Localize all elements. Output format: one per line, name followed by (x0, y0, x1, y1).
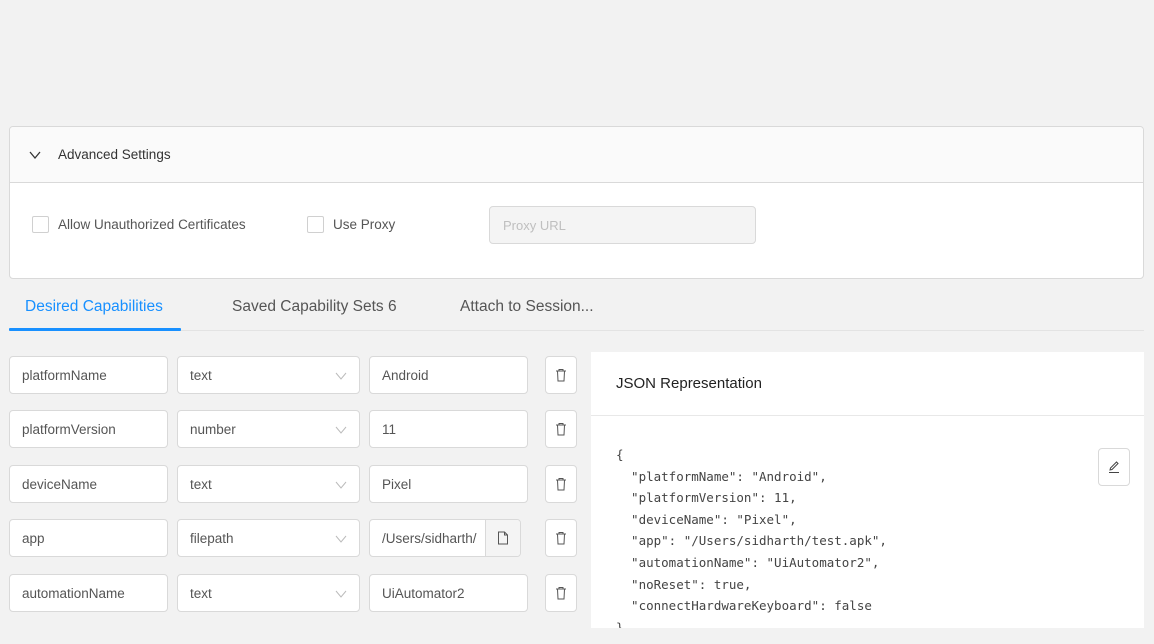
capability-type-select[interactable]: text (177, 356, 360, 394)
chevron-down-icon (29, 151, 41, 159)
allow-unauthorized-checkbox[interactable]: Allow Unauthorized Certificates (32, 216, 246, 233)
capability-name-input[interactable]: app (9, 519, 168, 557)
active-tab-indicator (9, 328, 181, 331)
advanced-settings-header[interactable]: Advanced Settings (10, 127, 1143, 183)
capability-value-input[interactable]: UiAutomator2 (369, 574, 528, 612)
use-proxy-label: Use Proxy (333, 217, 396, 232)
capability-type-value: text (190, 476, 212, 492)
checkbox-box[interactable] (307, 216, 324, 233)
capability-type-value: number (190, 421, 236, 437)
chevron-down-icon (335, 590, 347, 598)
capability-value-input[interactable]: /Users/sidharth/ (369, 519, 521, 557)
capability-value-input[interactable]: Android (369, 356, 528, 394)
capability-type-value: text (190, 585, 212, 601)
tab-desired-capabilities[interactable]: Desired Capabilities (25, 298, 163, 316)
trash-icon (556, 423, 566, 436)
trash-icon (556, 587, 566, 600)
trash-icon (556, 369, 566, 382)
trash-icon (556, 532, 566, 545)
capability-value-input[interactable]: 11 (369, 410, 528, 448)
capability-type-select[interactable]: number (177, 410, 360, 448)
capability-name-input[interactable]: automationName (9, 574, 168, 612)
json-code-block: { "platformName": "Android", "platformVe… (616, 447, 887, 628)
delete-capability-button[interactable] (545, 356, 577, 394)
capability-name-input[interactable]: deviceName (9, 465, 168, 503)
advanced-settings-title: Advanced Settings (58, 147, 171, 162)
capability-type-select[interactable]: text (177, 465, 360, 503)
use-proxy-checkbox[interactable]: Use Proxy (307, 216, 395, 233)
capability-name-input[interactable]: platformName (9, 356, 168, 394)
capability-type-value: filepath (190, 530, 234, 546)
json-representation-card: JSON Representation { "platformName": "A… (591, 352, 1144, 628)
file-icon (498, 531, 508, 545)
chevron-down-icon (335, 426, 347, 434)
delete-capability-button[interactable] (545, 574, 577, 612)
advanced-settings-panel: Advanced Settings Allow Unauthorized Cer… (9, 126, 1144, 279)
capability-name-input[interactable]: platformVersion (9, 410, 168, 448)
capability-type-select[interactable]: text (177, 574, 360, 612)
delete-capability-button[interactable] (545, 519, 577, 557)
tab-attach-to-session[interactable]: Attach to Session... (460, 298, 594, 316)
capability-tabs: Desired Capabilities Saved Capability Se… (9, 286, 1144, 331)
tab-saved-capability-sets[interactable]: Saved Capability Sets 6 (232, 298, 397, 316)
capability-type-select[interactable]: filepath (177, 519, 360, 557)
trash-icon (556, 478, 566, 491)
chevron-down-icon (335, 535, 347, 543)
chevron-down-icon (335, 372, 347, 380)
allow-unauthorized-label: Allow Unauthorized Certificates (58, 217, 246, 232)
pencil-icon (1109, 461, 1119, 473)
browse-file-button[interactable] (485, 520, 520, 556)
proxy-url-input[interactable]: Proxy URL (489, 206, 756, 244)
checkbox-box[interactable] (32, 216, 49, 233)
chevron-down-icon (335, 481, 347, 489)
capability-value-input[interactable]: Pixel (369, 465, 528, 503)
delete-capability-button[interactable] (545, 465, 577, 503)
capability-type-value: text (190, 367, 212, 383)
json-representation-title: JSON Representation (591, 352, 1144, 416)
delete-capability-button[interactable] (545, 410, 577, 448)
edit-json-button[interactable] (1098, 448, 1130, 486)
